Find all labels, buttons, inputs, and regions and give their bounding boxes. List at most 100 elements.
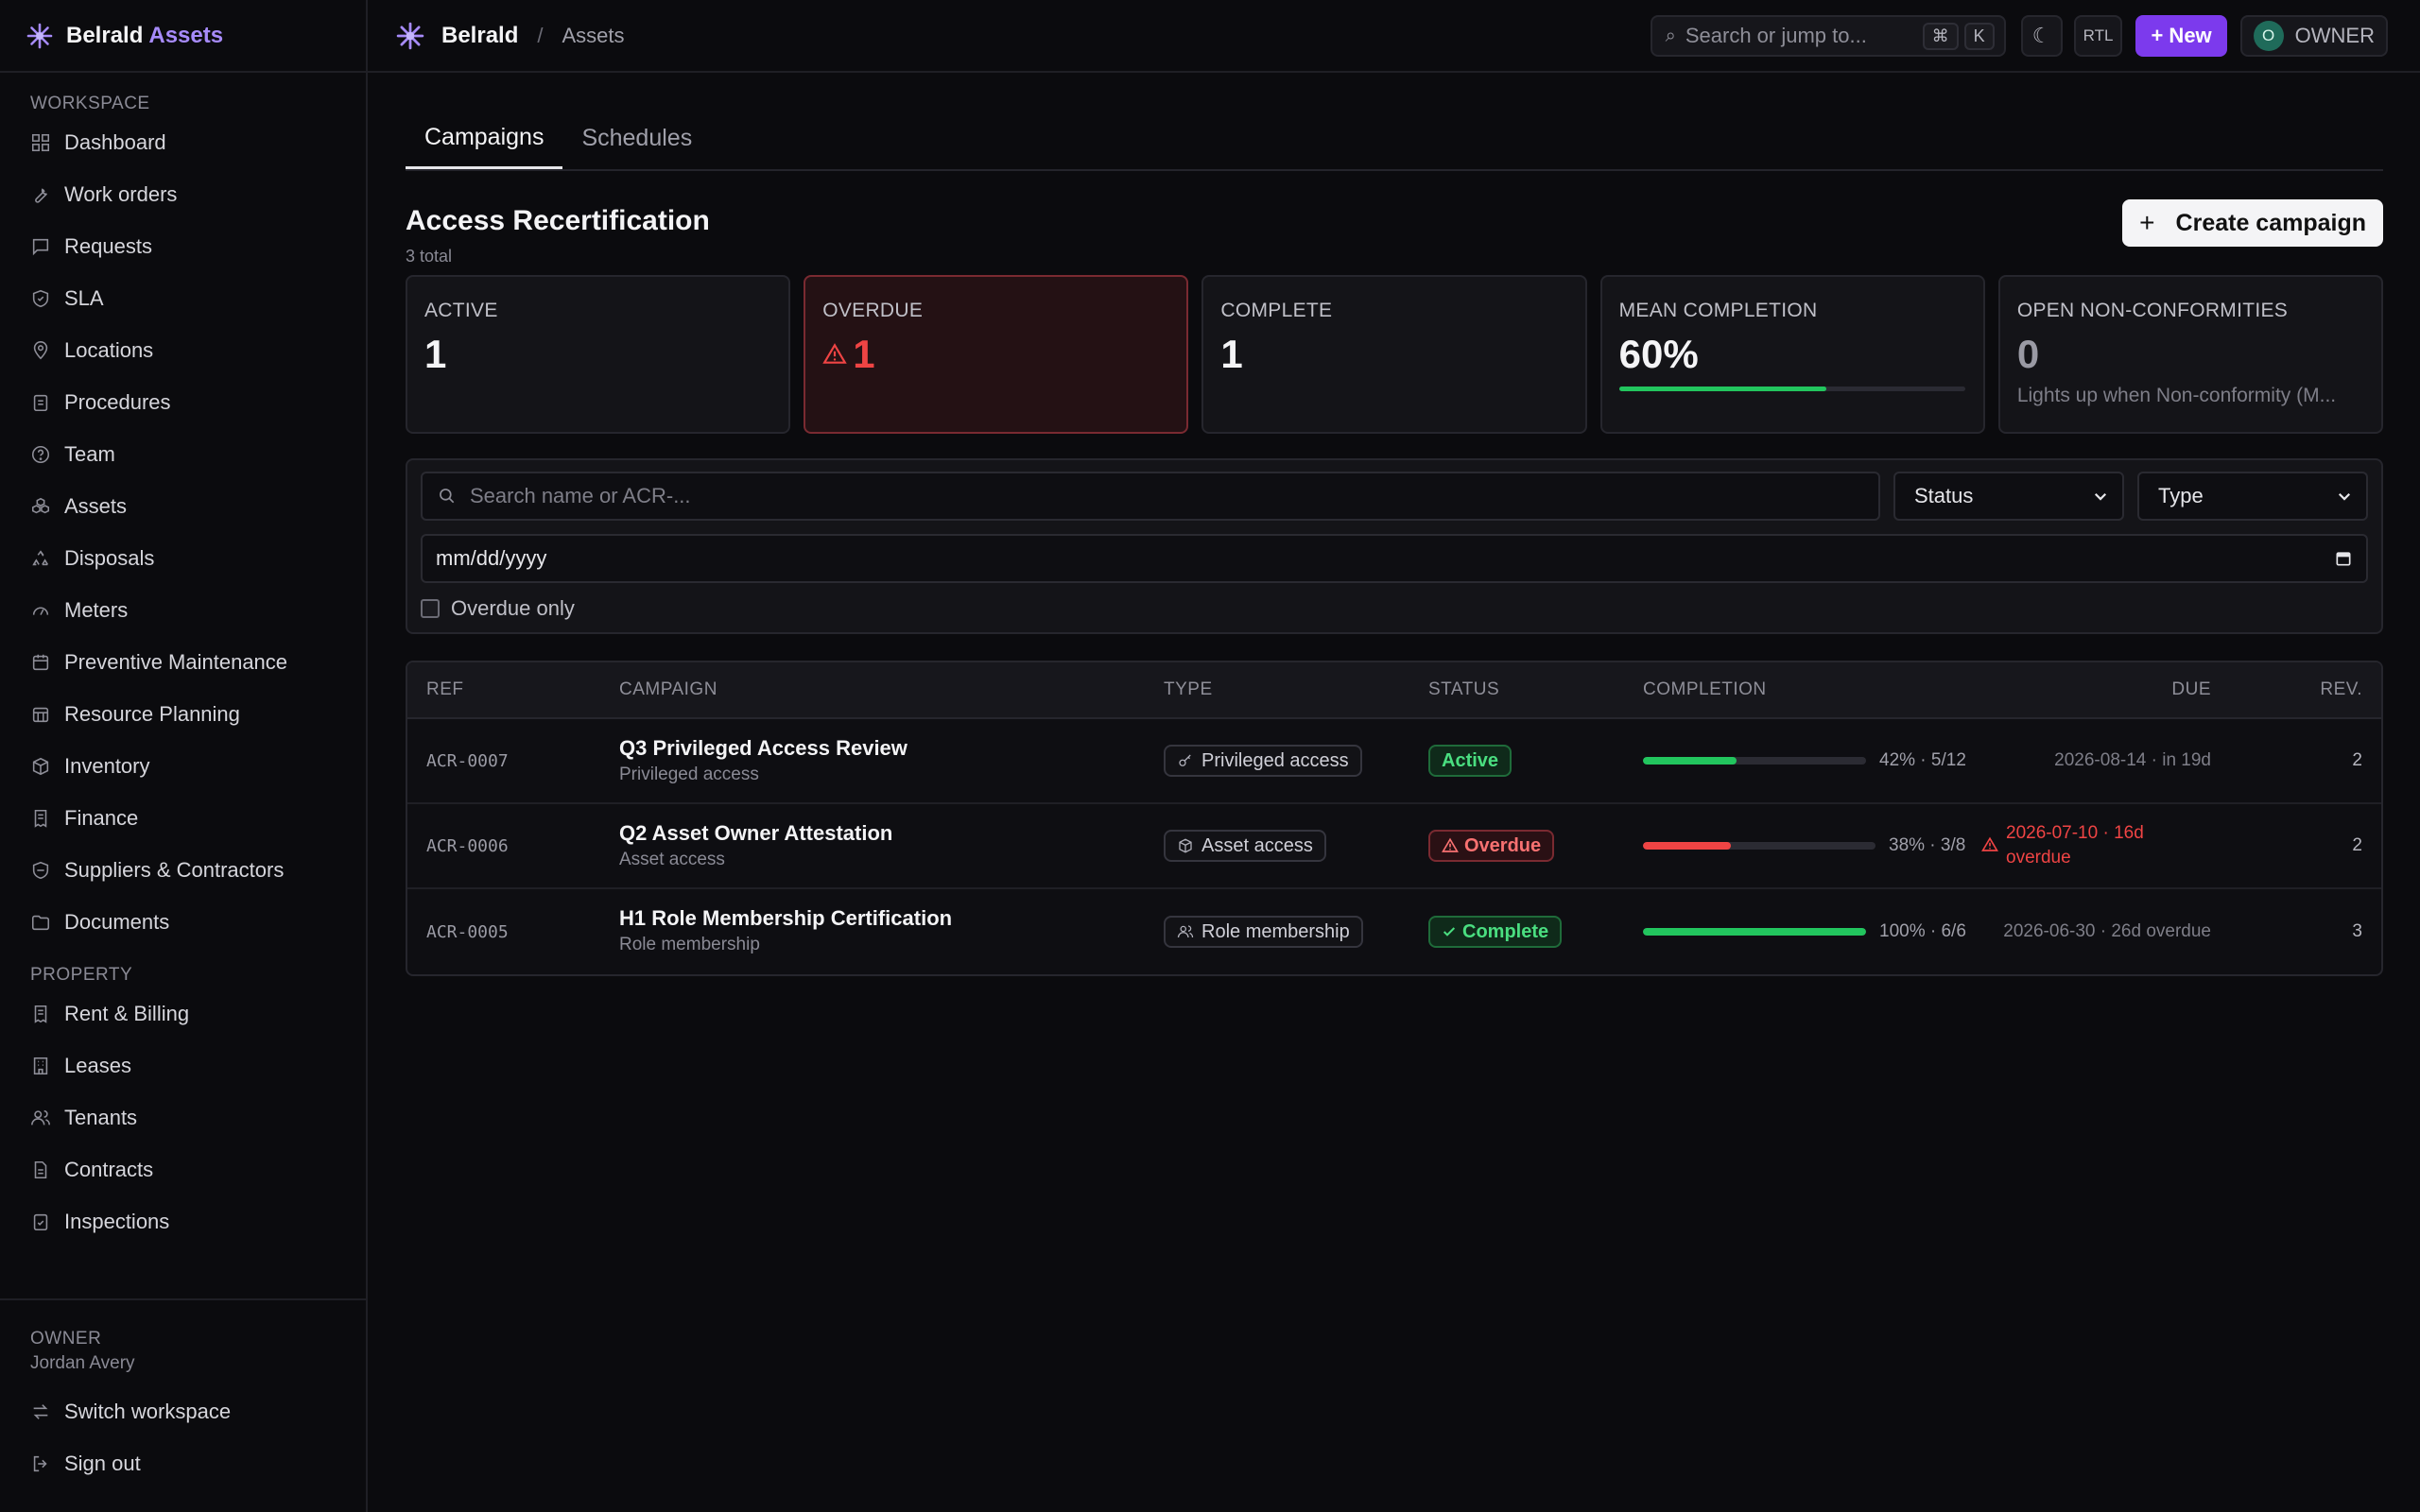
sidebar-item-label: Leases (64, 1053, 131, 1077)
sidebar-item-procedures[interactable]: Procedures (0, 376, 366, 428)
pin-icon (33, 340, 48, 359)
overdue-only-checkbox[interactable] (421, 599, 440, 618)
sidebar-item-work-orders[interactable]: Work orders (0, 168, 366, 220)
sidebar-item-suppliers-contractors[interactable]: Suppliers & Contractors (0, 844, 366, 896)
row-completion: 100% · 6/6 (1643, 921, 1966, 942)
warning-icon (822, 343, 847, 364)
sidebar-item-requests[interactable]: Requests (0, 220, 366, 272)
sidebar-item-inventory[interactable]: Inventory (0, 740, 366, 792)
sidebar-item-inspections[interactable]: Inspections (0, 1195, 366, 1247)
create-campaign-button[interactable]: + Create campaign (2122, 199, 2383, 247)
status-badge: Active (1428, 745, 1512, 777)
sidebar-item-label: Tenants (64, 1105, 138, 1129)
sidebar-item-disposals[interactable]: Disposals (0, 532, 366, 584)
row-rev: 2 (2352, 835, 2362, 855)
sidebar-item-preventive-maintenance[interactable]: Preventive Maintenance (0, 636, 366, 688)
row-rev: 2 (2352, 750, 2362, 770)
sidebar-item-finance[interactable]: Finance (0, 792, 366, 844)
sidebar-item-label: Meters (64, 597, 129, 622)
type-chip: Asset access (1164, 830, 1326, 862)
completion-progress-fill (1643, 928, 1866, 936)
overdue-only-filter[interactable]: Overdue only (421, 596, 2368, 621)
chat-icon (32, 238, 49, 255)
row-completion: 42% · 5/12 (1643, 750, 1966, 771)
sidebar-item-meters[interactable]: Meters (0, 584, 366, 636)
stat-card-mean-completion[interactable]: MEAN COMPLETION 60% (1599, 275, 1985, 434)
owner-name: Jordan Avery (30, 1353, 135, 1373)
column-header-campaign[interactable]: CAMPAIGN (619, 679, 717, 700)
table-row[interactable]: ACR-0007 Q3 Privileged Access Review Pri… (407, 719, 2381, 804)
breadcrumb-current[interactable]: Assets (562, 24, 625, 48)
table-header: REF CAMPAIGN TYPE STATUS COMPLETION DUE … (407, 662, 2381, 719)
stat-card-open-nonconformities[interactable]: OPEN NON-CONFORMITIES 0 Lights up when N… (1997, 275, 2384, 434)
clipboard-check-icon (33, 1213, 48, 1230)
column-header-type[interactable]: TYPE (1164, 679, 1213, 700)
row-type: Role membership (1164, 916, 1363, 948)
campaign-name[interactable]: H1 Role Membership Certification (619, 906, 952, 931)
tab-schedules[interactable]: Schedules (562, 125, 711, 169)
swap-icon (33, 1403, 48, 1419)
sidebar-item-resource-planning[interactable]: Resource Planning (0, 688, 366, 740)
sidebar-item-label: Procedures (64, 389, 171, 414)
column-header-due[interactable]: DUE (2171, 679, 2211, 700)
brand-accent: Assets (148, 22, 224, 48)
stat-note: Lights up when Non-conformity (M... (2016, 385, 2337, 406)
sidebar-item-team[interactable]: Team (0, 428, 366, 480)
stat-card-active[interactable]: ACTIVE 1 (406, 275, 791, 434)
sidebar-item-leases[interactable]: Leases (0, 1040, 366, 1091)
sidebar-item-assets[interactable]: Assets (0, 480, 366, 532)
row-status: Active (1428, 745, 1512, 777)
folder-icon (31, 915, 50, 930)
stat-value: 0 (2016, 332, 2040, 376)
calendar-icon[interactable] (2334, 549, 2353, 568)
sidebar-item-sla[interactable]: SLA (0, 272, 366, 324)
completion-progress-bar (1643, 928, 1866, 936)
type-filter-select[interactable]: Type (2137, 472, 2368, 521)
sidebar: Belrald Assets WORKSPACE Dashboard Work … (0, 0, 368, 1512)
sidebar-item-contracts[interactable]: Contracts (0, 1143, 366, 1195)
sidebar-item-documents[interactable]: Documents (0, 896, 366, 948)
breadcrumb-root[interactable]: Belrald (441, 23, 518, 49)
sidebar-item-rent-billing[interactable]: Rent & Billing (0, 988, 366, 1040)
stat-card-complete[interactable]: COMPLETE 1 (1201, 275, 1587, 434)
column-header-status[interactable]: STATUS (1428, 679, 1499, 700)
type-chip: Privileged access (1164, 745, 1362, 777)
sidebar-item-dashboard[interactable]: Dashboard (0, 116, 366, 168)
warning-icon (1442, 837, 1459, 852)
sidebar-item-tenants[interactable]: Tenants (0, 1091, 366, 1143)
new-button[interactable]: + New (2135, 15, 2227, 57)
campaign-search-input[interactable]: Search name or ACR-... (421, 472, 1880, 521)
table-row[interactable]: ACR-0005 H1 Role Membership Certificatio… (407, 889, 2381, 974)
breadcrumb: Belrald / Assets (368, 22, 625, 50)
row-due: 2026-06-30 · 26d overdue (2003, 921, 2211, 941)
account-role: OWNER (2294, 24, 2375, 47)
global-search-input[interactable]: ⌕ Search or jump to... ⌘ K (1650, 15, 2006, 57)
completion-progress-bar (1643, 842, 1876, 850)
sign-out-button[interactable]: Sign out (0, 1437, 366, 1489)
table-row[interactable]: ACR-0006 Q2 Asset Owner Attestation Asse… (407, 804, 2381, 889)
handshake-icon (32, 861, 49, 879)
rtl-toggle-button[interactable]: RTL (2073, 15, 2123, 57)
account-menu-button[interactable]: O OWNER (2239, 15, 2388, 57)
stats-row: ACTIVE 1 OVERDUE 1 COMPLETE 1 MEAN COMPL… (406, 275, 2384, 434)
status-filter-select[interactable]: Status (1893, 472, 2124, 521)
stat-value: 1 (424, 332, 447, 376)
campaign-name[interactable]: Q2 Asset Owner Attestation (619, 821, 892, 846)
switch-workspace-button[interactable]: Switch workspace (0, 1385, 366, 1437)
due-date-input[interactable]: mm/dd/yyyy (421, 534, 2368, 583)
theme-toggle-button[interactable]: ☾ (2020, 15, 2063, 57)
brand[interactable]: Belrald Assets (0, 0, 366, 73)
building-icon (33, 1057, 48, 1074)
stat-card-overdue[interactable]: OVERDUE 1 (804, 275, 1189, 434)
column-header-rev[interactable]: REV. (2320, 679, 2362, 700)
sidebar-item-locations[interactable]: Locations (0, 324, 366, 376)
column-header-completion[interactable]: COMPLETION (1643, 679, 1767, 700)
campaign-name[interactable]: Q3 Privileged Access Review (619, 736, 908, 761)
tab-campaigns[interactable]: Campaigns (406, 124, 563, 169)
campaign-search-placeholder: Search name or ACR-... (470, 484, 691, 507)
column-header-ref[interactable]: REF (426, 679, 464, 700)
due-overdue-text: overdue (2006, 848, 2071, 868)
sidebar-item-label: Team (64, 441, 115, 466)
calendar-icon (32, 654, 49, 670)
mean-completion-fill (1618, 387, 1827, 391)
